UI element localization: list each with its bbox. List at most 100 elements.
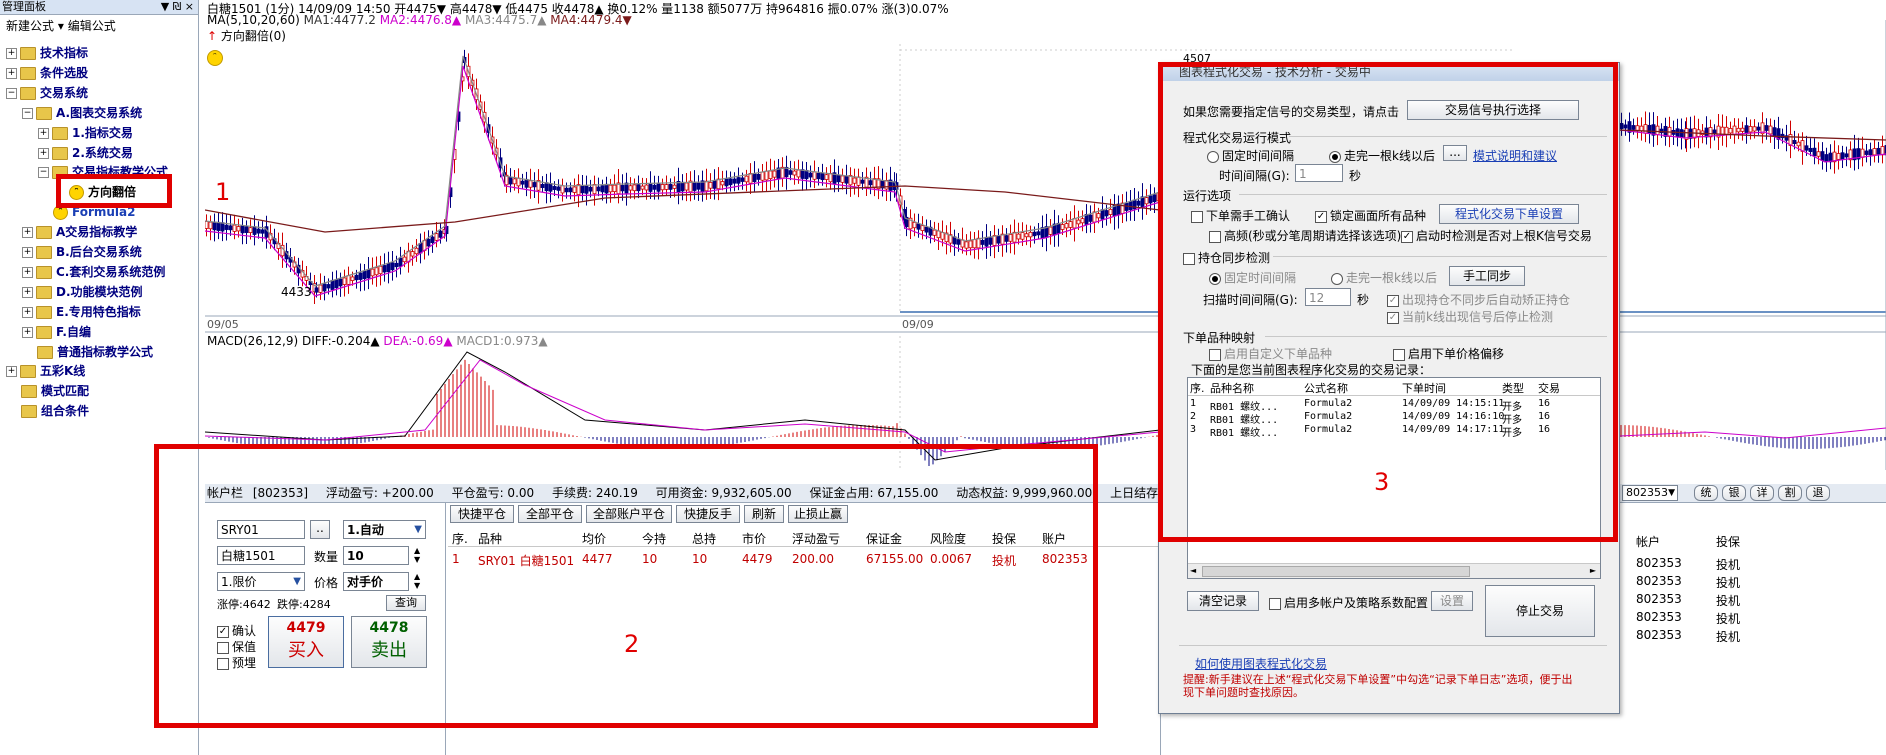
candle-body	[968, 240, 973, 249]
chart-area[interactable]: 白糖1501 (1分) 14/09/09 14:50 开4475▼ 高4478▼…	[205, 0, 1886, 470]
tree-item-label: 2.系统交易	[72, 145, 133, 160]
candle-body	[338, 278, 343, 287]
table-cell[interactable]: 802353	[1636, 628, 1682, 642]
table-cell[interactable]: 投机	[1716, 574, 1740, 591]
folder-icon	[36, 226, 52, 240]
folder-icon	[36, 325, 52, 339]
table-cell[interactable]: 802353	[1636, 574, 1682, 588]
account-select[interactable]: 802353 ▼	[1622, 485, 1678, 501]
candle-body	[1639, 125, 1644, 132]
tree-item[interactable]: 普通指标教学公式	[22, 343, 153, 361]
candle-body	[884, 180, 889, 190]
expand-icon[interactable]: +	[22, 266, 33, 278]
candle-body	[1104, 210, 1109, 217]
table-cell[interactable]: 802353	[1636, 556, 1682, 570]
candle-body	[588, 186, 593, 192]
table-cell[interactable]: 投机	[1716, 610, 1740, 627]
candle-body	[232, 224, 237, 232]
account-tool-button[interactable]: 退	[1806, 485, 1830, 501]
tree-item[interactable]: + E.专用特色指标	[22, 303, 141, 321]
candle-body	[540, 184, 545, 188]
help-link[interactable]: 如何使用图表程式化交易	[1195, 655, 1327, 672]
account-tool-button[interactable]: 详	[1750, 485, 1774, 501]
tree-item[interactable]: + C.套利交易系统范例	[22, 263, 165, 281]
column-header[interactable]: 帐户	[1636, 533, 1660, 550]
expand-icon[interactable]: +	[22, 247, 33, 258]
candle-body	[1876, 147, 1881, 155]
table-cell[interactable]: 802353	[1636, 592, 1682, 606]
candle-body	[358, 272, 363, 280]
tip-text: 提醒:新手建议在上述“程式化交易下单设置”中勾选“记录下单日志”选项，便于出现下…	[1183, 673, 1573, 699]
tree-item[interactable]: + D.功能模块范例	[22, 283, 143, 301]
candle-body	[418, 242, 423, 254]
account-tool-button[interactable]: 银	[1722, 485, 1746, 501]
dropdown-arrow-icon[interactable]: ▾	[58, 19, 68, 33]
expand-icon[interactable]: +	[22, 306, 33, 318]
folder-icon	[20, 47, 36, 60]
horizontal-scrollbar[interactable]: ◄ ►	[1188, 563, 1600, 578]
clear-records-button[interactable]: 清空记录	[1187, 591, 1259, 611]
scroll-left-icon[interactable]: ◄	[1190, 566, 1196, 575]
candle-body	[736, 177, 741, 184]
collapse-icon[interactable]: −	[22, 107, 33, 119]
candle-body	[812, 171, 817, 180]
expand-icon[interactable]: +	[6, 67, 17, 79]
table-cell[interactable]: 802353	[1636, 610, 1682, 624]
tree-item[interactable]: − A.图表交易系统	[22, 104, 142, 122]
tree-item[interactable]: 模式匹配	[6, 382, 89, 400]
ma3-line	[205, 55, 1161, 287]
tree-item[interactable]: +2.系统交易	[38, 144, 133, 162]
setup-button[interactable]: 设置	[1431, 591, 1473, 611]
scroll-thumb[interactable]	[1202, 566, 1470, 577]
expand-icon[interactable]: +	[22, 286, 33, 298]
date-label-2: 09/09	[902, 318, 934, 331]
candle-body	[1144, 197, 1149, 205]
tree-item[interactable]: + 条件选股	[6, 64, 88, 82]
table-cell[interactable]: 投机	[1716, 556, 1740, 573]
panel-window-controls[interactable]: ▼ ₪ ×	[159, 0, 194, 14]
candle-body	[664, 184, 669, 190]
price-chart-svg[interactable]	[205, 0, 1886, 470]
account-tool-button[interactable]: 割	[1778, 485, 1802, 501]
tree-item[interactable]: 组合条件	[6, 402, 89, 420]
candle-body	[1679, 129, 1684, 138]
tree-item[interactable]: − 交易系统	[6, 84, 88, 102]
candle-body	[620, 185, 625, 192]
expand-icon[interactable]: +	[6, 366, 17, 378]
candle-body	[370, 268, 375, 277]
candle-body	[748, 173, 753, 184]
tree-item[interactable]: + 五彩K线	[6, 362, 85, 380]
folder-icon	[37, 345, 53, 359]
candle-body	[596, 186, 601, 192]
candle-body	[824, 174, 829, 180]
column-header[interactable]: 投保	[1716, 533, 1740, 550]
collapse-icon[interactable]: −	[38, 167, 49, 179]
expand-icon[interactable]: +	[22, 326, 33, 338]
scroll-right-icon[interactable]: ►	[1590, 566, 1596, 575]
expand-icon[interactable]: +	[6, 48, 17, 59]
tree-item[interactable]: + 技术指标	[6, 44, 88, 62]
candle-body	[648, 182, 653, 192]
tree-item[interactable]: + F.自编	[22, 323, 91, 341]
candle-body	[1128, 201, 1133, 211]
expand-icon[interactable]: +	[38, 127, 49, 139]
tree-item[interactable]: + A交易指标教学	[22, 223, 137, 241]
expand-icon[interactable]: +	[38, 147, 49, 159]
candle-body	[1088, 214, 1093, 222]
table-cell[interactable]: 投机	[1716, 592, 1740, 609]
edit-formula-menu[interactable]: 编辑公式	[68, 19, 116, 33]
chevron-down-icon: ▼	[1668, 488, 1675, 498]
candle-body	[656, 182, 661, 192]
multi-account-checkbox[interactable]: 启用多帐户及策略系数配置	[1269, 594, 1428, 611]
collapse-icon[interactable]: −	[6, 87, 17, 99]
expand-icon[interactable]: +	[22, 227, 33, 239]
account-tool-button[interactable]: 统	[1694, 485, 1718, 501]
table-cell[interactable]: 投机	[1716, 628, 1740, 645]
tree-item[interactable]: +1.指标交易	[38, 124, 133, 142]
tree-item-label: A交易指标教学	[56, 225, 138, 240]
candle-body	[386, 262, 391, 273]
tree-item[interactable]: + B.后台交易系统	[22, 243, 142, 261]
new-formula-menu[interactable]: 新建公式	[6, 19, 54, 33]
stop-trading-button[interactable]: 停止交易	[1485, 585, 1595, 637]
candle-body	[318, 284, 323, 293]
